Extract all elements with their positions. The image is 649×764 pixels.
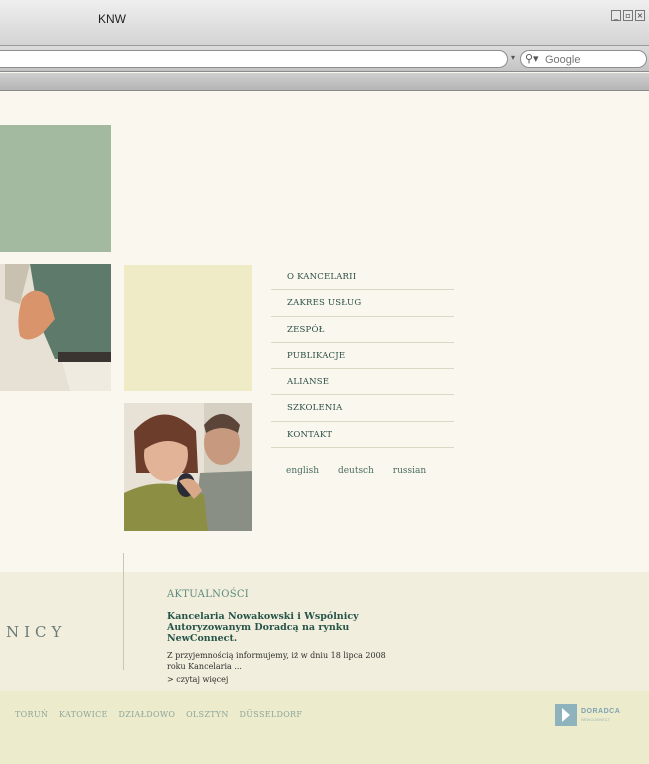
city-link-olsztyn[interactable]: OLSZTYN — [186, 710, 229, 719]
read-more-link[interactable]: > czytaj więcej — [167, 675, 228, 684]
city-link-dzialdowo[interactable]: DZIAŁDOWO — [119, 710, 176, 719]
minimize-icon[interactable]: _ — [611, 10, 621, 21]
logo-text[interactable]: NICY — [6, 623, 66, 641]
doradca-logo-icon — [555, 704, 577, 726]
lang-russian-link[interactable]: russian — [393, 466, 426, 476]
search-icon[interactable]: ⚲▾ — [525, 52, 539, 65]
nav-item-zakres-uslug[interactable]: ZAKRES USŁUG — [271, 290, 454, 317]
city-link-torun[interactable]: TORUŃ — [15, 710, 48, 719]
news-body: Z przyjemnością informujemy, iż w dniu 1… — [167, 651, 386, 671]
nav-item-kontakt[interactable]: KONTAKT — [271, 422, 454, 449]
business-people-photo — [124, 403, 252, 531]
city-band — [0, 691, 649, 764]
nav-item-publikacje[interactable]: PUBLIKACJE — [271, 343, 454, 370]
lang-deutsch-link[interactable]: deutsch — [338, 466, 374, 476]
doradca-subtitle: NEWCONNECT — [581, 717, 611, 722]
maximize-icon[interactable]: ▫ — [623, 10, 633, 21]
bookmarks-toolbar — [0, 73, 649, 91]
green-block — [0, 125, 111, 252]
window-title: KNW — [98, 12, 126, 26]
language-links: english deutsch russian — [286, 466, 442, 476]
nav-item-alianse[interactable]: ALIANSE — [271, 369, 454, 396]
lang-english-link[interactable]: english — [286, 466, 319, 476]
main-nav: O KANCELARII ZAKRES USŁUG ZESPÓŁ PUBLIKA… — [271, 264, 454, 449]
search-field[interactable]: ⚲▾ — [520, 50, 647, 68]
handshake-photo — [0, 264, 111, 391]
window-controls: _ ▫ × — [611, 10, 645, 21]
url-field[interactable] — [0, 50, 508, 68]
doradca-title: DORADCA — [581, 708, 621, 715]
url-dropdown-icon[interactable]: ▾ — [511, 53, 515, 62]
nav-item-zespol[interactable]: ZESPÓŁ — [271, 317, 454, 343]
city-links: TORUŃ KATOWICE DZIAŁDOWO OLSZTYN DÜSSELD… — [15, 710, 310, 719]
nav-item-o-kancelarii[interactable]: O KANCELARII — [271, 264, 454, 291]
city-link-dusseldorf[interactable]: DÜSSELDORF — [240, 710, 303, 719]
address-bar: ▾ ⚲▾ — [0, 46, 649, 72]
nav-item-szkolenia[interactable]: SZKOLENIA — [271, 395, 454, 422]
close-icon[interactable]: × — [635, 10, 645, 21]
news-title[interactable]: Kancelaria Nowakowski i Wspólnicy Autory… — [167, 611, 387, 644]
news-heading: AKTUALNOŚCI — [167, 589, 250, 600]
window-titlebar: KNW _ ▫ × — [0, 0, 649, 46]
vertical-divider — [123, 553, 124, 670]
yellow-block — [124, 265, 252, 391]
city-link-katowice[interactable]: KATOWICE — [59, 710, 108, 719]
search-input[interactable] — [545, 53, 641, 66]
doradca-badge[interactable]: DORADCA NEWCONNECT — [555, 704, 645, 726]
